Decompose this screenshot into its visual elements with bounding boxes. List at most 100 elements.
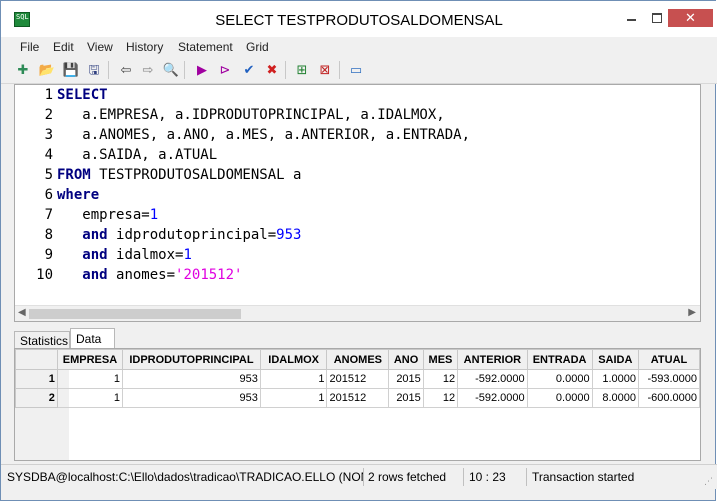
forward-icon[interactable]: ⇨ xyxy=(139,61,157,79)
sql-text: anomes= xyxy=(107,267,176,283)
column-header[interactable]: ANTERIOR xyxy=(457,349,528,370)
code-line[interactable]: SELECT xyxy=(57,87,108,103)
new-statement-icon[interactable]: ✚ xyxy=(14,61,32,79)
row-number[interactable]: 1 xyxy=(15,369,58,389)
code-line[interactable]: and idprodutoprincipal=953 xyxy=(57,227,301,243)
code-line[interactable]: where xyxy=(57,187,99,203)
save-as-icon[interactable]: 🖫 xyxy=(85,61,103,79)
table-cell[interactable]: -600.0000 xyxy=(638,388,700,408)
status-transaction: Transaction started xyxy=(532,470,635,484)
editor-horizontal-scrollbar[interactable]: ◀ ▶ xyxy=(15,305,700,321)
menu-history[interactable]: History xyxy=(126,40,163,54)
open-icon[interactable]: 📂 xyxy=(38,61,56,79)
find-icon[interactable]: 🔍 xyxy=(162,61,180,79)
table-cell[interactable]: 201512 xyxy=(326,369,390,389)
column-header[interactable]: ATUAL xyxy=(638,349,700,370)
column-header[interactable]: EMPRESA xyxy=(56,349,124,370)
code-line[interactable]: empresa=1 xyxy=(57,207,158,223)
table-cell[interactable]: 953 xyxy=(122,388,261,408)
row-number[interactable]: 2 xyxy=(15,388,58,408)
column-header[interactable]: ANO xyxy=(388,349,424,370)
app-window: SQL SELECT TESTPRODUTOSALDOMENSAL ✕ File… xyxy=(0,0,717,501)
result-table[interactable]: EMPRESA IDPRODUTOPRINCIPAL IDALMOX ANOMES AN… xyxy=(15,349,700,408)
sql-text: a.EMPRESA, a.IDPRODUTOPRINCIPAL, a.IDALM… xyxy=(57,107,445,123)
maximize-button[interactable] xyxy=(646,9,668,27)
add-row-icon[interactable]: ⊞ xyxy=(293,61,311,79)
menu-view[interactable]: View xyxy=(87,40,113,54)
table-row[interactable]: 2 1 953 1 201512 2015 12 -592.0000 0.0000 8.0000-… xyxy=(15,388,700,408)
table-cell[interactable]: -593.0000 xyxy=(638,369,700,389)
data-grid[interactable]: EMPRESA IDPRODUTOPRINCIPAL IDALMOX ANOMES AN… xyxy=(14,348,701,461)
code-line[interactable]: and idalmox=1 xyxy=(57,247,192,263)
line-number: 8 xyxy=(44,227,53,243)
menu-edit[interactable]: Edit xyxy=(53,40,74,54)
tab-statistics[interactable]: Statistics xyxy=(14,331,70,349)
line-number: 10 xyxy=(36,267,53,283)
grid-corner xyxy=(15,349,58,370)
toolbar-separator xyxy=(108,61,109,79)
sql-text: TESTPRODUTOSALDOMENSAL a xyxy=(90,167,302,183)
save-icon[interactable]: 💾 xyxy=(62,61,80,79)
execute-icon[interactable]: ▶ xyxy=(193,61,211,79)
scroll-right-icon[interactable]: ▶ xyxy=(688,307,696,318)
table-cell[interactable]: 2015 xyxy=(388,388,424,408)
line-number: 6 xyxy=(44,187,53,203)
status-divider xyxy=(363,468,364,486)
column-header[interactable]: IDALMOX xyxy=(259,349,328,370)
menu-file[interactable]: File xyxy=(20,40,39,54)
table-cell[interactable]: 201512 xyxy=(326,388,390,408)
column-header[interactable]: SAIDA xyxy=(591,349,640,370)
close-button[interactable]: ✕ xyxy=(668,9,713,27)
close-icon: ✕ xyxy=(685,10,696,25)
title-bar[interactable]: SQL SELECT TESTPRODUTOSALDOMENSAL ✕ xyxy=(1,1,717,37)
table-cell[interactable]: 1 xyxy=(56,369,124,389)
layout-toggle-icon[interactable]: ▭ xyxy=(347,61,365,79)
sql-number: 953 xyxy=(276,227,302,243)
table-cell[interactable]: 12 xyxy=(422,369,459,389)
minimize-button[interactable] xyxy=(620,9,642,27)
table-cell[interactable]: -592.0000 xyxy=(457,388,528,408)
code-line[interactable]: FROM TESTPRODUTOSALDOMENSAL a xyxy=(57,167,301,183)
table-cell[interactable]: 0.0000 xyxy=(526,388,593,408)
commit-icon[interactable]: ✔ xyxy=(240,61,258,79)
line-number: 2 xyxy=(44,107,53,123)
code-line[interactable]: and anomes='201512' xyxy=(57,267,242,283)
code-line[interactable]: a.SAIDA, a.ATUAL xyxy=(57,147,217,163)
resize-grip-icon[interactable]: ⋰ xyxy=(704,476,713,487)
status-bar: SYSDBA@localhost:C:\Ello\dados\tradicao\… xyxy=(1,464,717,489)
column-header[interactable]: MES xyxy=(422,349,459,370)
scroll-left-icon[interactable]: ◀ xyxy=(18,307,26,318)
prepare-icon[interactable]: ⊳ xyxy=(216,61,234,79)
tab-data[interactable]: Data xyxy=(70,328,115,349)
sql-editor[interactable]: 1 2 3 4 5 6 7 8 9 10 SELECT a.EMPRESA, a.IDPRODUT… xyxy=(14,84,701,322)
status-row-count: 2 rows fetched xyxy=(368,470,447,484)
line-number: 1 xyxy=(44,87,53,103)
delete-row-icon[interactable]: ⊠ xyxy=(316,61,334,79)
table-row[interactable]: 1 1 953 1 201512 2015 12 -592.0000 0.0000 1.0000-… xyxy=(15,369,700,389)
back-icon[interactable]: ⇦ xyxy=(117,61,135,79)
table-cell[interactable]: 953 xyxy=(122,369,261,389)
table-cell[interactable]: 1 xyxy=(56,388,124,408)
column-header[interactable]: ANOMES xyxy=(326,349,390,370)
table-cell[interactable]: 8.0000 xyxy=(591,388,640,408)
status-connection: SYSDBA@localhost:C:\Ello\dados\tradicao\… xyxy=(7,470,363,484)
table-cell[interactable]: 1.0000 xyxy=(591,369,640,389)
scroll-thumb[interactable] xyxy=(29,309,241,319)
sql-keyword: FROM xyxy=(57,167,91,183)
table-cell[interactable]: -592.0000 xyxy=(457,369,528,389)
status-cursor-position: 10 : 23 xyxy=(469,470,506,484)
table-cell[interactable]: 1 xyxy=(259,369,328,389)
code-line[interactable]: a.ANOMES, a.ANO, a.MES, a.ANTERIOR, a.EN… xyxy=(57,127,470,143)
menu-grid[interactable]: Grid xyxy=(246,40,269,54)
table-cell[interactable]: 0.0000 xyxy=(526,369,593,389)
column-header[interactable]: ENTRADA xyxy=(526,349,593,370)
code-line[interactable]: a.EMPRESA, a.IDPRODUTOPRINCIPAL, a.IDALM… xyxy=(57,107,445,123)
rollback-icon[interactable]: ✖ xyxy=(263,61,281,79)
table-cell[interactable]: 2015 xyxy=(388,369,424,389)
column-header[interactable]: IDPRODUTOPRINCIPAL xyxy=(122,349,261,370)
table-cell[interactable]: 1 xyxy=(259,388,328,408)
table-cell[interactable]: 12 xyxy=(422,388,459,408)
menu-statement[interactable]: Statement xyxy=(178,40,233,54)
menu-bar: File Edit View History Statement Grid xyxy=(1,37,717,57)
